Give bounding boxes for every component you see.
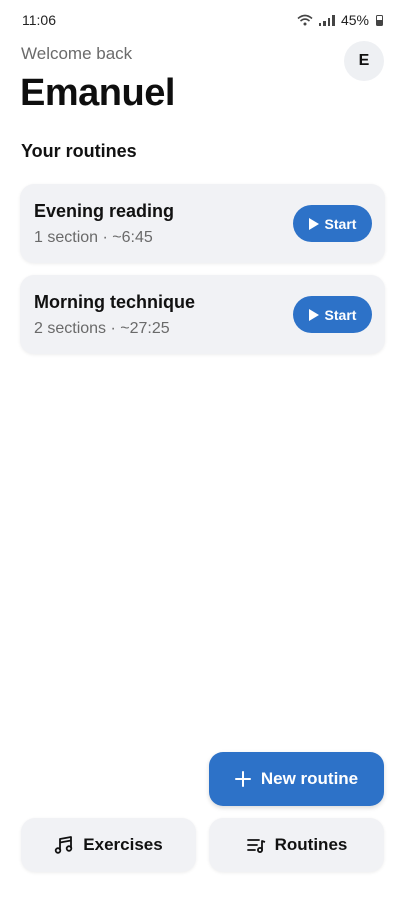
routine-info: Morning technique 2 sections · ~27:25 xyxy=(34,292,195,338)
welcome-text: Welcome back xyxy=(21,44,133,63)
status-bar: 11:06 45% xyxy=(0,0,405,40)
routine-list: Evening reading 1 section · ~6:45 Start … xyxy=(20,184,385,366)
exercises-button[interactable]: Exercises xyxy=(21,818,196,872)
start-label: Start xyxy=(324,306,357,323)
routine-name: Morning technique xyxy=(34,291,195,312)
routine-info: Evening reading 1 section · ~6:45 xyxy=(34,201,174,247)
routines-label: Routines xyxy=(274,835,348,854)
home-screen: 11:06 45% Welcome back Emanuel E Your ro… xyxy=(0,0,405,900)
routine-card-morning-technique[interactable]: Morning technique 2 sections · ~27:25 St… xyxy=(20,275,385,354)
exercises-label: Exercises xyxy=(83,835,163,854)
routines-button[interactable]: Routines xyxy=(209,818,384,872)
routines-section-title: Your routines xyxy=(21,141,137,161)
routine-meta: 1 section · ~6:45 xyxy=(34,228,153,246)
start-button[interactable]: Start xyxy=(293,205,372,242)
wifi-icon xyxy=(297,14,313,26)
routine-name: Evening reading xyxy=(34,200,175,221)
avatar[interactable]: E xyxy=(344,41,384,81)
user-name: Emanuel xyxy=(20,72,175,114)
new-routine-button[interactable]: New routine xyxy=(209,752,384,806)
status-indicators: 45% xyxy=(297,12,383,28)
plus-icon xyxy=(234,771,251,787)
battery-icon xyxy=(376,14,383,26)
playlist-icon xyxy=(246,839,265,853)
music-notes-icon xyxy=(55,836,73,854)
status-time: 11:06 xyxy=(22,12,56,28)
signal-icon xyxy=(318,14,335,26)
new-routine-label: New routine xyxy=(260,769,359,788)
start-label: Start xyxy=(324,215,357,232)
routine-meta: 2 sections · ~27:25 xyxy=(34,319,170,337)
battery-percent: 45% xyxy=(340,12,369,28)
play-icon xyxy=(308,217,319,230)
start-button[interactable]: Start xyxy=(293,296,372,333)
routine-card-evening-reading[interactable]: Evening reading 1 section · ~6:45 Start xyxy=(20,184,385,263)
play-icon xyxy=(308,308,319,321)
